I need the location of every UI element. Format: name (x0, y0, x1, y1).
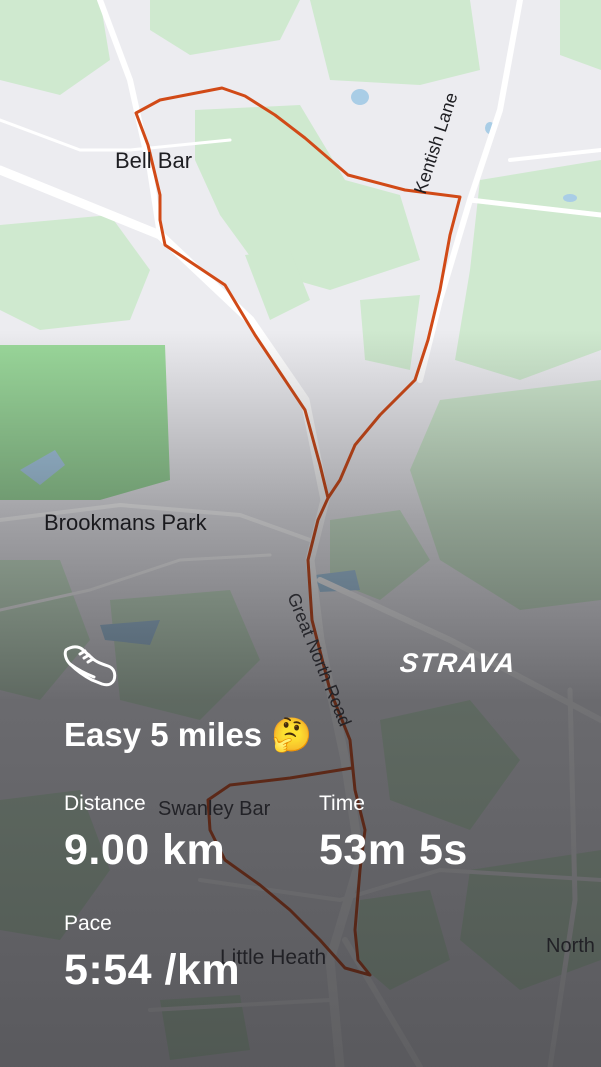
pace-value: 5:54 /km (64, 946, 241, 994)
time-label: Time (319, 792, 365, 815)
activity-overlay: STRAVA Easy 5 miles 🤔 Distance 9.00 km T… (0, 0, 601, 1067)
pace-label: Pace (64, 912, 112, 935)
running-shoe-icon (63, 645, 117, 687)
time-value: 53m 5s (319, 826, 468, 874)
distance-label: Distance (64, 792, 146, 815)
distance-value: 9.00 km (64, 826, 226, 874)
strava-share-card: Bell Bar Brookmans Park Swanley Bar Litt… (0, 0, 601, 1067)
activity-title: Easy 5 miles 🤔 (64, 716, 313, 753)
strava-logo: STRAVA (398, 648, 518, 678)
